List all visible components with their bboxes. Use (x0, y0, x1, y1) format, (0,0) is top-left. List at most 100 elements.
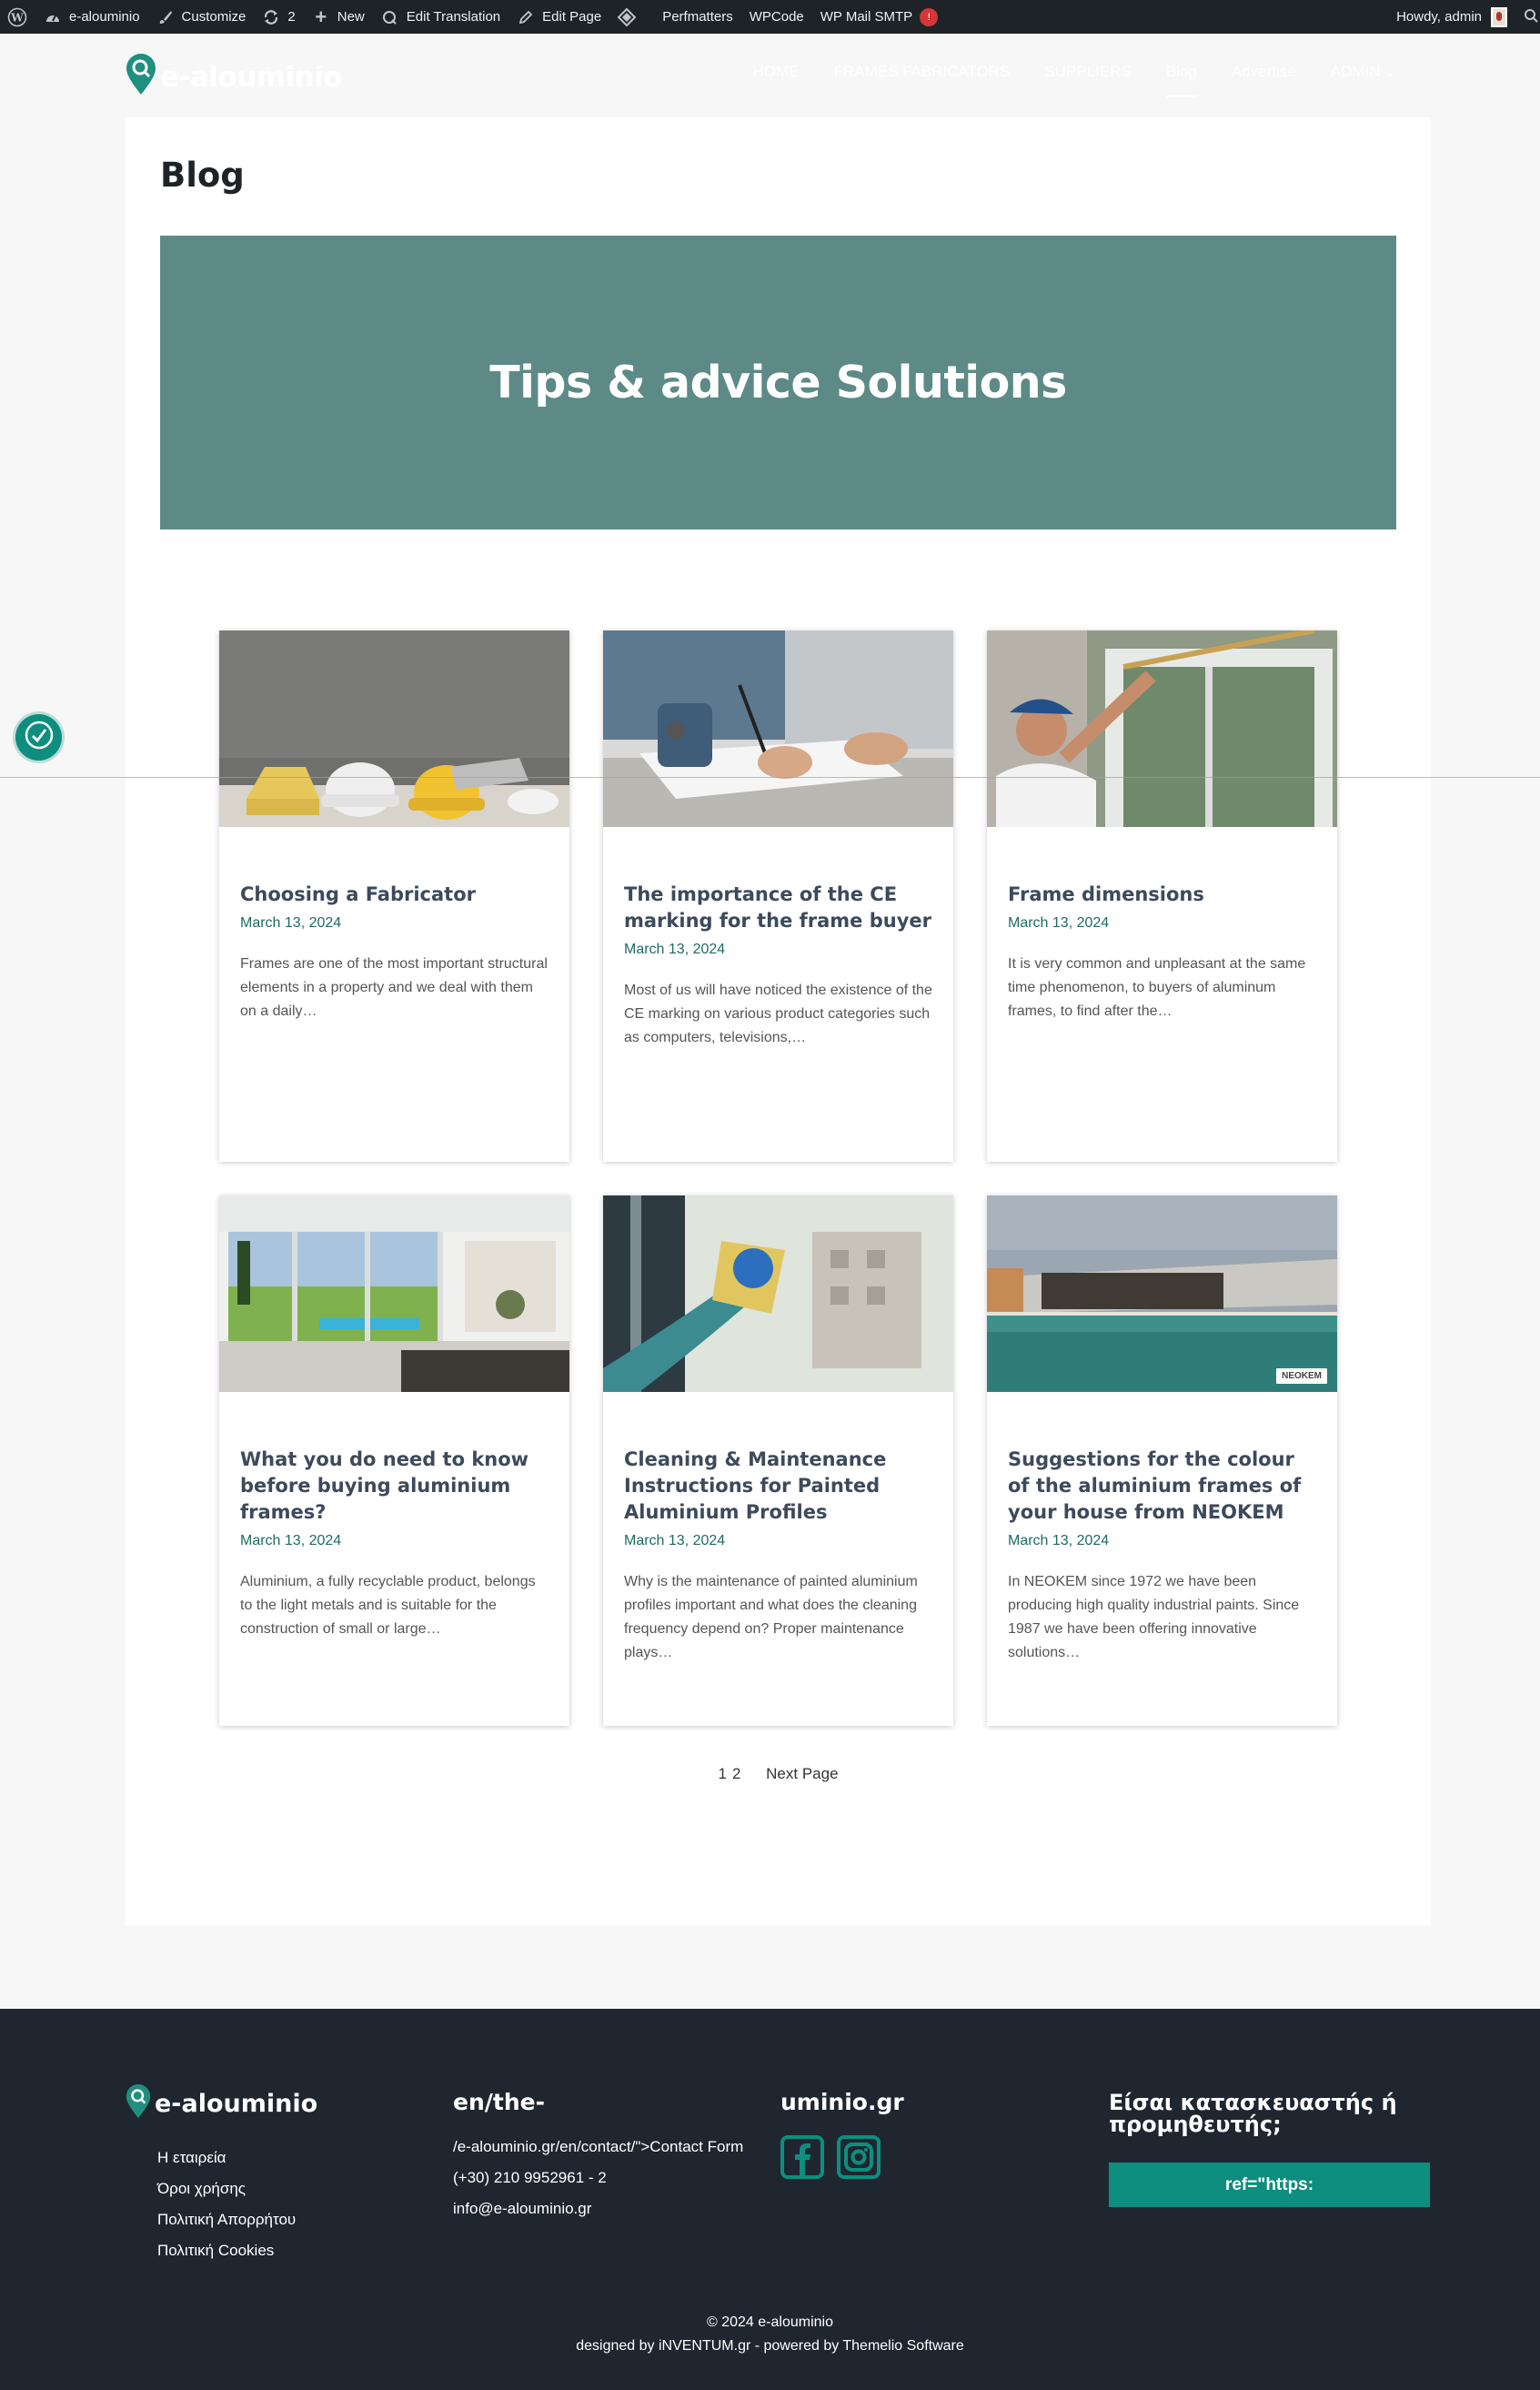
footer-link-privacy[interactable]: Πολιτική Απορρήτου (157, 2204, 317, 2235)
email-link[interactable]: info@e-alouminio.gr (453, 2193, 743, 2224)
post-title[interactable]: Choosing a Fabricator (240, 882, 549, 908)
chevron-down-icon: ⌄ (1384, 65, 1395, 79)
footer-col-social: uminio.gr (780, 2089, 904, 2183)
customize-menu[interactable]: Customize (148, 0, 255, 34)
footer-link-terms[interactable]: Όροι χρήσης (157, 2173, 317, 2204)
nav-frames-fabricators[interactable]: FRAMES FABRICATORS (816, 61, 1027, 97)
edit-page-label: Edit Page (542, 9, 602, 25)
wp-mail-smtp-menu[interactable]: WP Mail SMTP ! (812, 0, 946, 34)
next-page-link[interactable]: Next Page (766, 1765, 838, 1782)
post-date: March 13, 2024 (240, 1533, 342, 1548)
footer-contact-heading: en/the- (453, 2089, 545, 2115)
edit-page-menu[interactable]: Edit Page (508, 0, 609, 34)
page-title: Blog (160, 156, 245, 195)
accessibility-button[interactable] (15, 714, 62, 761)
site-name-label: e-alouminio (69, 9, 140, 25)
footer-link-cookies[interactable]: Πολιτική Cookies (157, 2235, 317, 2266)
post-title[interactable]: Suggestions for the colour of the alumin… (1008, 1447, 1316, 1526)
avatar (1491, 6, 1507, 27)
wp-logo-menu[interactable]: W (0, 0, 35, 34)
post-excerpt: Most of us will have noticed the existen… (624, 983, 932, 1045)
pagination: 12 Next Page (126, 1765, 1431, 1783)
footer-cta-button[interactable]: ref="https: (1109, 2163, 1430, 2207)
nav-admin[interactable]: ADMIN ⌄ (1314, 61, 1413, 97)
brush-icon (156, 8, 175, 26)
plugin-diamond-menu[interactable] (609, 0, 651, 34)
post-card[interactable]: The importance of the CE marking for the… (603, 630, 953, 1162)
svg-text:W: W (10, 11, 24, 24)
sliding-doors-pool-image[interactable] (219, 1195, 569, 1392)
post-title[interactable]: Frame dimensions (1008, 882, 1316, 908)
villa-pool-image[interactable]: NEOKEM (987, 1195, 1337, 1392)
footer-col-cta: Είσαι κατασκευαστής ή προμηθευτής; ref="… (1109, 2092, 1430, 2207)
updates-menu[interactable]: 2 (254, 0, 303, 34)
diamond-icon (618, 7, 637, 26)
hero-title: Tips & advice Solutions (489, 357, 1067, 408)
footer-cta-title: Είσαι κατασκευαστής ή προμηθευτής; (1109, 2090, 1397, 2137)
construction-helmets-image[interactable] (219, 630, 569, 827)
page-2-link[interactable]: 2 (732, 1765, 740, 1782)
post-date: March 13, 2024 (1008, 915, 1110, 931)
divider-line (0, 777, 1540, 778)
social-links (780, 2135, 904, 2183)
post-title[interactable]: What you do need to know before buying a… (240, 1447, 549, 1526)
nav-home[interactable]: HOME (735, 61, 816, 97)
map-pin-icon (126, 54, 156, 100)
site-header: e-alouminio HOME FRAMES FABRICATORS SUPP… (0, 34, 1540, 117)
site-logo[interactable]: e-alouminio (126, 54, 343, 100)
main-content: Blog Tips & advice Solutions Choosing a … (126, 117, 1431, 1925)
updates-count: 2 (287, 9, 296, 25)
main-navigation: HOME FRAMES FABRICATORS SUPPLIERS Blog A… (735, 61, 1413, 97)
search-icon (1524, 8, 1538, 26)
wp-mail-smtp-label: WP Mail SMTP (820, 9, 913, 25)
footer-col-contact: en/the- /e-alouminio.gr/en/contact/">Con… (453, 2089, 743, 2224)
nav-suppliers[interactable]: SUPPLIERS (1027, 61, 1148, 97)
footer-logo-text: e-alouminio (155, 2090, 318, 2118)
post-excerpt: In NEOKEM since 1972 we have been produc… (1008, 1574, 1300, 1660)
post-card[interactable]: What you do need to know before buying a… (219, 1195, 569, 1726)
footer-links: Η εταιρεία Όροι χρήσης Πολιτική Απορρήτο… (157, 2143, 317, 2266)
account-menu[interactable]: Howdy, admin (1388, 0, 1515, 34)
admin-search[interactable] (1515, 0, 1540, 34)
footer-contact-list: /e-alouminio.gr/en/contact/">Contact For… (453, 2132, 743, 2224)
translate-icon (381, 8, 399, 26)
edit-translation-label: Edit Translation (406, 9, 501, 25)
contact-form-link[interactable]: /e-alouminio.gr/en/contact/">Contact For… (453, 2132, 743, 2163)
accessibility-icon (23, 719, 55, 756)
footer-bottom: © 2024 e-alouminio designed by iNVENTUM.… (0, 2311, 1540, 2358)
measuring-window-image[interactable] (987, 630, 1337, 827)
admin-bar: W e-alouminio Customize 2 + New Edit Tra… (0, 0, 1540, 34)
post-card[interactable]: Frame dimensions March 13, 2024 It is ve… (987, 630, 1337, 1162)
post-date: March 13, 2024 (1008, 1533, 1110, 1548)
plus-icon: + (315, 5, 327, 28)
footer-col-company: e-alouminio Η εταιρεία Όροι χρήσης Πολιτ… (126, 2083, 317, 2266)
new-content-menu[interactable]: + New (304, 0, 373, 34)
site-name-menu[interactable]: e-alouminio (35, 0, 148, 34)
contract-signing-image[interactable] (603, 630, 953, 827)
edit-translation-menu[interactable]: Edit Translation (373, 0, 508, 34)
post-card[interactable]: Choosing a Fabricator March 13, 2024 Fra… (219, 630, 569, 1162)
post-excerpt: Aluminium, a fully recyclable product, b… (240, 1574, 536, 1637)
hero-banner: Tips & advice Solutions (160, 236, 1396, 529)
instagram-icon[interactable] (837, 2135, 881, 2183)
window-cleaning-image[interactable] (603, 1195, 953, 1392)
post-card[interactable]: NEOKEM Suggestions for the colour of the… (987, 1195, 1337, 1726)
facebook-icon[interactable] (780, 2135, 824, 2183)
post-excerpt: It is very common and unpleasant at the … (1008, 956, 1306, 1019)
footer-link-company[interactable]: Η εταιρεία (157, 2143, 317, 2173)
wordpress-icon: W (7, 7, 27, 27)
pencil-icon (517, 8, 535, 26)
post-card[interactable]: Cleaning & Maintenance Instructions for … (603, 1195, 953, 1726)
footer-logo[interactable]: e-alouminio (126, 2083, 317, 2124)
nav-advertise[interactable]: Advertise (1214, 61, 1314, 97)
footer-social-heading: uminio.gr (780, 2089, 904, 2115)
post-title[interactable]: Cleaning & Maintenance Instructions for … (624, 1447, 932, 1526)
updates-icon (262, 8, 280, 26)
phone-link[interactable]: (+30) 210 9952961 - 2 (453, 2163, 743, 2193)
post-date: March 13, 2024 (624, 1533, 726, 1548)
post-excerpt: Why is the maintenance of painted alumin… (624, 1574, 918, 1660)
wpcode-menu[interactable]: WPCode (741, 0, 812, 34)
post-title[interactable]: The importance of the CE marking for the… (624, 882, 932, 934)
nav-blog[interactable]: Blog (1149, 61, 1214, 97)
perfmatters-menu[interactable]: Perfmatters (651, 0, 741, 34)
